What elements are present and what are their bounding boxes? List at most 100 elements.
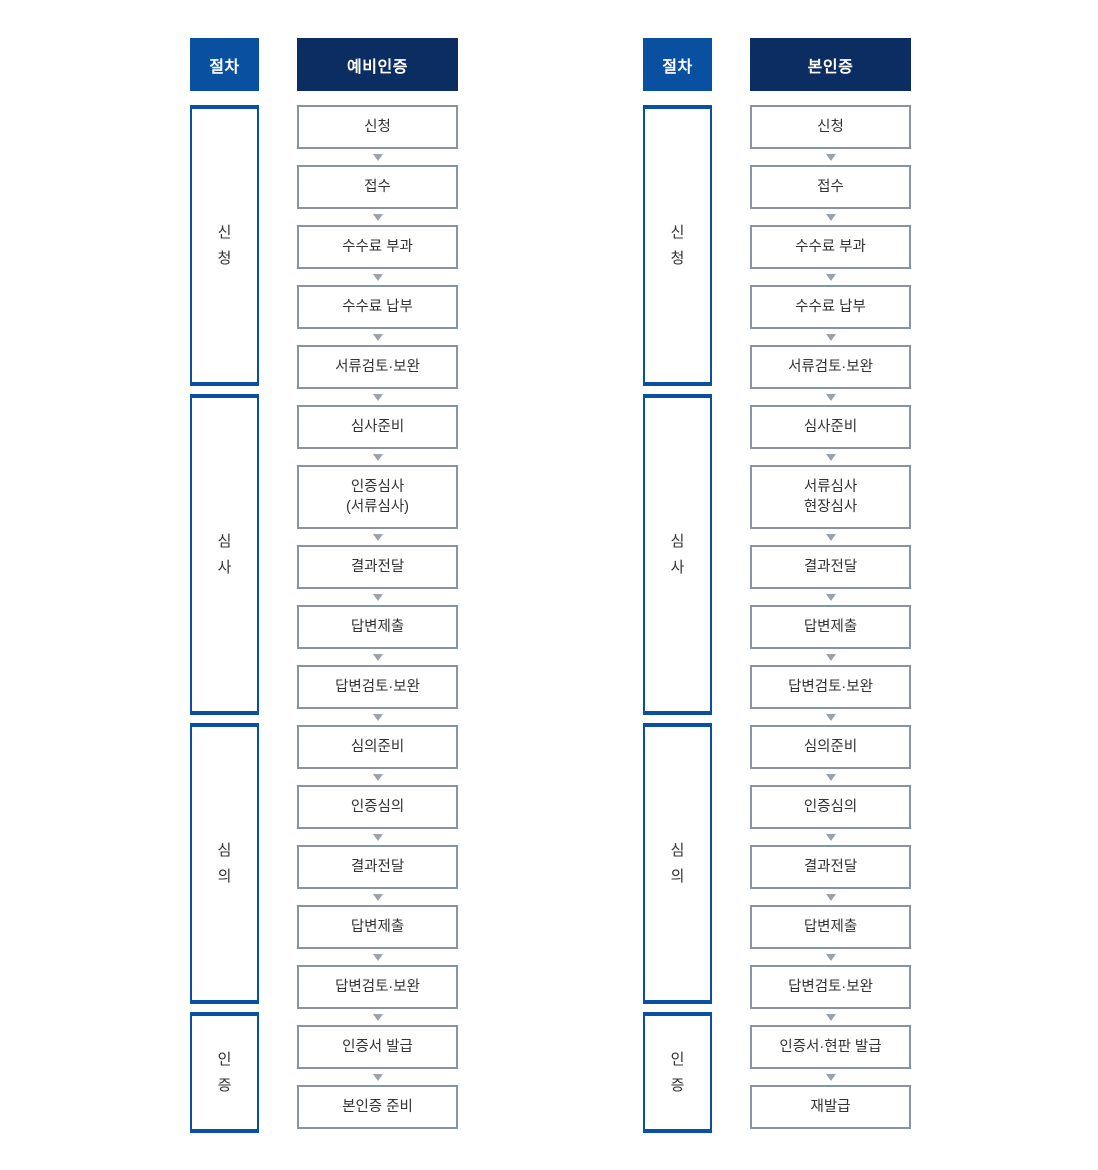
process-step-box: 신청	[750, 105, 911, 149]
chevron-down-icon-7	[297, 529, 458, 545]
chevron-down-glyph	[372, 1013, 383, 1021]
stage-label-deliberation: 심 의	[217, 841, 232, 885]
chevron-down-icon-6	[297, 449, 458, 465]
chevron-down-icon-15	[750, 1009, 911, 1025]
process-step-box: 인증심의	[297, 785, 458, 829]
stage-column-header: 절차	[190, 38, 259, 91]
chevron-down-glyph	[372, 533, 383, 541]
chevron-down-glyph	[825, 153, 836, 161]
chevron-down-icon-4	[297, 329, 458, 345]
process-step-box: 서류검토·보완	[297, 345, 458, 389]
process-step-box: 인증심사 (서류심사)	[297, 465, 458, 529]
chevron-down-icon-11	[297, 769, 458, 785]
chevron-down-icon-9	[750, 649, 911, 665]
process-step-box: 인증서·현판 발급	[750, 1025, 911, 1069]
chevron-down-icon-16	[750, 1069, 911, 1085]
chevron-down-icon-5	[297, 389, 458, 405]
process-step-box: 수수료 부과	[297, 225, 458, 269]
chevron-down-icon-13	[297, 889, 458, 905]
process-step-box: 심의준비	[750, 725, 911, 769]
stage-label-certification: 인 증	[217, 1050, 232, 1094]
stage-label-examination: 심 사	[217, 532, 232, 576]
chevron-down-glyph	[372, 773, 383, 781]
stage-box-certification: 인 증	[190, 1012, 259, 1133]
chevron-down-glyph	[372, 953, 383, 961]
chevron-down-icon-2	[750, 209, 911, 225]
chevron-down-icon-16	[297, 1069, 458, 1085]
stage-box-deliberation: 심 의	[190, 723, 259, 1004]
chevron-down-icon-3	[750, 269, 911, 285]
flow-group-preliminary-certification: 절차 신 청심 사심 의인 증 예비인증 신청 접수 수수료 부과 수수료 납부 서류검토·보…	[190, 38, 458, 1133]
process-step-box: 답변제출	[750, 605, 911, 649]
chevron-down-icon-4	[750, 329, 911, 345]
stage-box-certification: 인 증	[643, 1012, 712, 1133]
chevron-down-glyph	[825, 213, 836, 221]
process-step-box: 서류검토·보완	[750, 345, 911, 389]
chevron-down-icon-14	[297, 949, 458, 965]
chevron-down-glyph	[372, 893, 383, 901]
process-step-box: 접수	[750, 165, 911, 209]
process-column-header: 예비인증	[297, 38, 458, 91]
chevron-down-icon-11	[750, 769, 911, 785]
stage-label-certification: 인 증	[670, 1050, 685, 1094]
chevron-down-icon-1	[750, 149, 911, 165]
stage-label-deliberation: 심 의	[670, 841, 685, 885]
process-step-box: 인증서 발급	[297, 1025, 458, 1069]
chevron-down-icon-10	[297, 709, 458, 725]
chevron-down-glyph	[372, 333, 383, 341]
chevron-down-glyph	[372, 273, 383, 281]
chevron-down-glyph	[825, 533, 836, 541]
process-step-box: 신청	[297, 105, 458, 149]
chevron-down-glyph	[372, 593, 383, 601]
chevron-down-glyph	[372, 833, 383, 841]
chevron-down-glyph	[372, 153, 383, 161]
chevron-down-glyph	[825, 833, 836, 841]
stage-box-application: 신 청	[190, 105, 259, 386]
chevron-down-icon-10	[750, 709, 911, 725]
process-step-box: 접수	[297, 165, 458, 209]
chevron-down-icon-15	[297, 1009, 458, 1025]
process-step-box: 답변검토·보완	[750, 965, 911, 1009]
chevron-down-icon-12	[297, 829, 458, 845]
chevron-down-icon-6	[750, 449, 911, 465]
chevron-down-icon-12	[750, 829, 911, 845]
chevron-down-glyph	[825, 393, 836, 401]
stage-label-application: 신 청	[670, 223, 685, 267]
process-step-box: 수수료 부과	[750, 225, 911, 269]
process-step-box: 답변검토·보완	[750, 665, 911, 709]
chevron-down-icon-3	[297, 269, 458, 285]
chevron-down-glyph	[825, 1073, 836, 1081]
chevron-down-glyph	[825, 653, 836, 661]
process-step-box: 재발급	[750, 1085, 911, 1129]
chevron-down-icon-9	[297, 649, 458, 665]
stage-box-examination: 심 사	[643, 394, 712, 715]
chevron-down-glyph	[372, 393, 383, 401]
stage-box-deliberation: 심 의	[643, 723, 712, 1004]
process-step-box: 답변제출	[297, 605, 458, 649]
stage-column-preliminary-certification: 절차신 청심 사심 의인 증	[190, 38, 259, 1133]
process-column-header: 본인증	[750, 38, 911, 91]
chevron-down-glyph	[825, 273, 836, 281]
chevron-down-glyph	[825, 333, 836, 341]
stage-column-header: 절차	[643, 38, 712, 91]
process-step-box: 심의준비	[297, 725, 458, 769]
certification-flowchart: 절차 신 청심 사심 의인 증 예비인증 신청 접수 수수료 부과 수수료 납부 서류검토·보…	[0, 0, 1098, 1170]
chevron-down-icon-8	[297, 589, 458, 605]
chevron-down-icon-7	[750, 529, 911, 545]
process-step-box: 서류심사 현장심사	[750, 465, 911, 529]
chevron-down-glyph	[825, 453, 836, 461]
process-step-box: 결과전달	[297, 845, 458, 889]
process-step-box: 답변제출	[297, 905, 458, 949]
chevron-down-glyph	[372, 453, 383, 461]
stage-column-main-certification: 절차신 청심 사심 의인 증	[643, 38, 712, 1133]
process-step-box: 답변제출	[750, 905, 911, 949]
chevron-down-glyph	[372, 1073, 383, 1081]
chevron-down-glyph	[825, 593, 836, 601]
chevron-down-glyph	[825, 1013, 836, 1021]
process-step-box: 결과전달	[297, 545, 458, 589]
chevron-down-icon-14	[750, 949, 911, 965]
process-step-box: 심사준비	[750, 405, 911, 449]
chevron-down-icon-13	[750, 889, 911, 905]
process-step-box: 본인증 준비	[297, 1085, 458, 1129]
process-step-box: 답변검토·보완	[297, 665, 458, 709]
